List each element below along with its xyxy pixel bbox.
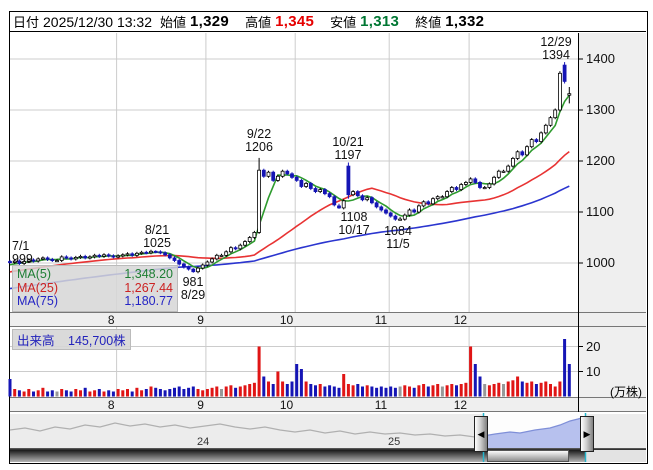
scrollbar-track-left[interactable]: [10, 450, 487, 462]
month-label-volume: 10: [261, 398, 293, 412]
right-arrow-icon: ▶: [584, 429, 591, 440]
price-annotation: 110810/17: [338, 211, 369, 236]
price-annotation: 8/211025: [143, 224, 171, 249]
ma5-label: MA(5): [17, 268, 51, 282]
price-annotation: 10/211197: [332, 136, 363, 161]
ma75-value: 1,180.77: [124, 295, 173, 309]
price-annotation: 9/221206: [245, 128, 273, 153]
ma25-label: MA(25): [17, 282, 58, 296]
price-annotation: 108411/5: [384, 225, 412, 250]
ma75-label: MA(75): [17, 295, 58, 309]
price-annotation: 7/1999: [12, 240, 33, 265]
ma25-value: 1,267.44: [124, 282, 173, 296]
volume-value: 145,700株: [68, 334, 126, 348]
price-tick-label: 1400: [586, 51, 615, 66]
month-label-main: 10: [261, 313, 293, 327]
year-label: 25: [388, 436, 400, 448]
year-label: 24: [197, 436, 209, 448]
price-tick-label: 1000: [586, 255, 615, 270]
ma-legend: MA(5) 1,348.20 MA(25) 1,267.44 MA(75) 1,…: [12, 265, 178, 312]
price-annotation: 9818/29: [181, 276, 205, 301]
month-label-main: 12: [435, 313, 467, 327]
volume-unit-label: (万株): [580, 383, 642, 400]
volume-tick-label: 10: [586, 364, 600, 379]
volume-label: 出来高 145,700株: [12, 329, 131, 350]
month-label-volume: 9: [172, 398, 204, 412]
volume-tick-label: 20: [586, 339, 600, 354]
price-annotation: 12/291394: [540, 36, 571, 61]
ma5-value: 1,348.20: [124, 268, 173, 282]
volume-label-text: 出来高: [17, 334, 55, 348]
month-label-main: 9: [172, 313, 204, 327]
scrollbar-thumb[interactable]: [487, 450, 569, 462]
left-arrow-icon: ◀: [478, 429, 485, 440]
navigator-selection[interactable]: [483, 414, 585, 448]
month-label-volume: 11: [355, 398, 387, 412]
month-label-main: 8: [83, 313, 115, 327]
month-label-volume: 12: [435, 398, 467, 412]
navigator-right-handle[interactable]: ▶: [580, 416, 594, 452]
month-label-main: 11: [355, 313, 387, 327]
navigator-left-handle[interactable]: ◀: [474, 416, 488, 452]
stock-chart-widget: 日付 2025/12/30 13:32 始値 1,329 高値 1,345 安値…: [0, 0, 653, 470]
month-label-volume: 8: [83, 398, 115, 412]
price-tick-label: 1300: [586, 102, 615, 117]
price-tick-label: 1100: [586, 204, 614, 219]
price-tick-label: 1200: [586, 153, 615, 168]
